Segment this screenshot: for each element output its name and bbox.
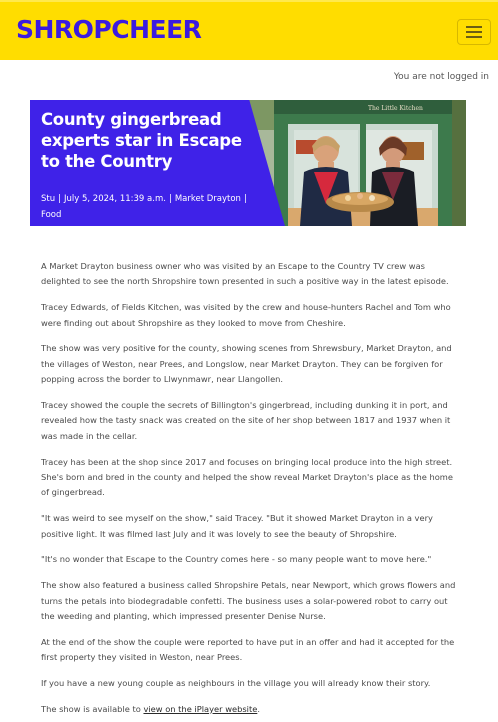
article-paragraph: "It was weird to see myself on the show,… (41, 513, 433, 539)
article-date: July 5, 2024, 11:39 a.m. (64, 194, 166, 204)
article-category[interactable]: Food (41, 210, 61, 220)
login-status: You are not logged in (393, 72, 489, 82)
hamburger-icon-bar (466, 36, 482, 38)
iplayer-link[interactable]: view on the iPlayer website (143, 704, 257, 714)
hero-banner: The Little Kitchen County gingerbread ex… (30, 100, 466, 226)
article-paragraph: At the end of the show the couple were r… (41, 636, 455, 663)
article-paragraph: The show was very positive for the count… (41, 343, 452, 385)
article-paragraph: A Market Drayton business owner who was … (41, 261, 449, 287)
closing-suffix: . (257, 703, 260, 714)
article-location[interactable]: Market Drayton (175, 194, 241, 204)
article-paragraph: The show also featured a business called… (41, 580, 456, 622)
hamburger-icon (466, 26, 482, 28)
article-closing-paragraph: The show is available to view on the iPl… (41, 702, 457, 717)
article-body: A Market Drayton business owner who was … (41, 259, 457, 722)
article-title: County gingerbread experts star in Escap… (41, 110, 242, 171)
closing-text: The show is available to (41, 703, 144, 714)
article-paragraph: If you have a new young couple as neighb… (41, 678, 431, 689)
hamburger-icon-bar (466, 31, 482, 33)
site-logo[interactable]: SHROPCHEER (16, 15, 202, 44)
article-author[interactable]: Stu (41, 194, 55, 204)
article-paragraph: Tracey Edwards, of Fields Kitchen, was v… (41, 302, 451, 328)
hero-photo: The Little Kitchen (248, 100, 466, 226)
article-paragraph: Tracey showed the couple the secrets of … (41, 400, 451, 441)
article-meta: Stu | July 5, 2024, 11:39 a.m. | Market Dray… (41, 194, 247, 220)
article-paragraph: "It's no wonder that Escape to the Count… (41, 554, 432, 565)
article-paragraph: Tracey has been at the shop since 2017 a… (41, 456, 453, 498)
hamburger-menu-button[interactable] (457, 19, 491, 45)
top-navbar: SHROPCHEER (0, 0, 498, 60)
photo-shop-sign: The Little Kitchen (368, 105, 423, 112)
